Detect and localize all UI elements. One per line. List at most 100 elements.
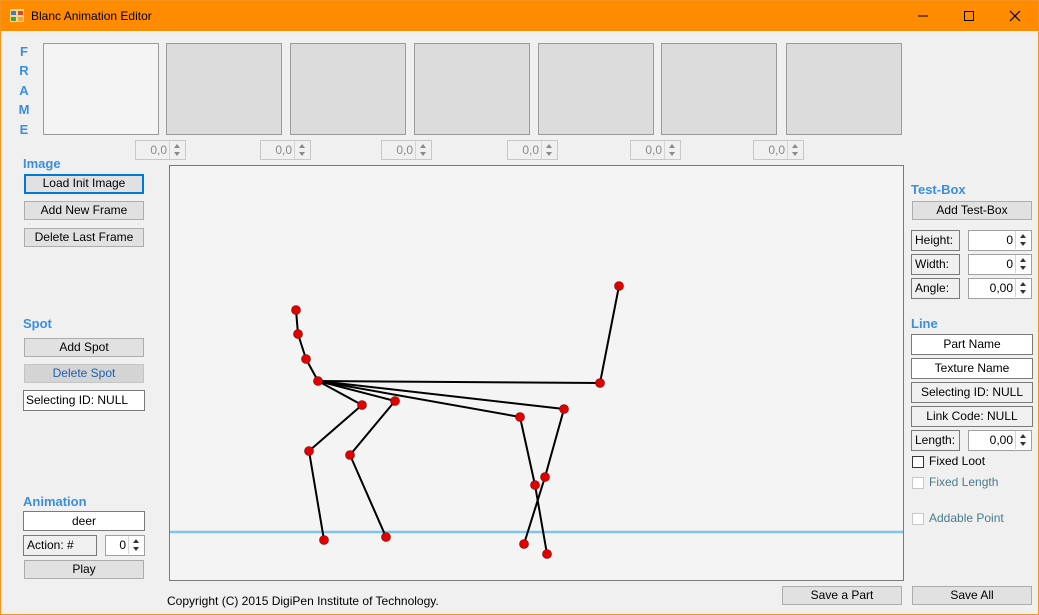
window-title: Blanc Animation Editor bbox=[31, 9, 152, 23]
spot-point[interactable] bbox=[519, 539, 529, 549]
spot-point[interactable] bbox=[515, 412, 525, 422]
frame-thumbnail[interactable] bbox=[166, 43, 282, 135]
image-section-heading: Image bbox=[23, 156, 61, 171]
frame-duration-spinner[interactable]: 0,0 bbox=[630, 140, 681, 160]
add-new-frame-button[interactable]: Add New Frame bbox=[24, 201, 144, 220]
length-label: Length: bbox=[911, 430, 960, 451]
spinner-arrows-icon[interactable] bbox=[1015, 431, 1031, 449]
copyright-text: Copyright (C) 2015 DigiPen Institute of … bbox=[167, 594, 439, 608]
length-spinner[interactable]: 0,00 bbox=[968, 430, 1032, 451]
minimize-icon bbox=[918, 15, 928, 17]
spot-point[interactable] bbox=[542, 549, 552, 559]
spot-point[interactable] bbox=[313, 376, 323, 386]
app-window: Blanc Animation Editor F R A M E 0,0 0,0… bbox=[0, 0, 1039, 615]
spot-selecting-id: Selecting ID: NULL bbox=[23, 390, 145, 411]
frame-thumbnail[interactable] bbox=[661, 43, 777, 135]
spot-point[interactable] bbox=[559, 404, 569, 414]
fixed-loot-checkbox[interactable] bbox=[912, 456, 924, 468]
fixed-length-checkbox[interactable] bbox=[912, 477, 924, 489]
animation-name-input[interactable]: deer bbox=[23, 511, 145, 531]
frame-duration-spinner[interactable]: 0,0 bbox=[260, 140, 311, 160]
frame-thumbnail[interactable] bbox=[290, 43, 406, 135]
frame-thumbnail[interactable] bbox=[786, 43, 902, 135]
fixed-loot-label[interactable]: Fixed Loot bbox=[929, 454, 985, 468]
skeleton-drawing[interactable] bbox=[170, 166, 903, 580]
spinner-arrows-icon[interactable] bbox=[169, 141, 185, 159]
spot-point[interactable] bbox=[345, 450, 355, 460]
frame-duration-spinner[interactable]: 0,0 bbox=[135, 140, 186, 160]
spot-point[interactable] bbox=[293, 329, 303, 339]
animation-section-heading: Animation bbox=[23, 494, 87, 509]
spot-point[interactable] bbox=[381, 532, 391, 542]
bone bbox=[544, 408, 565, 478]
frame-thumbnail[interactable] bbox=[414, 43, 530, 135]
angle-spinner[interactable]: 0,00 bbox=[968, 278, 1032, 299]
maximize-icon bbox=[964, 11, 974, 21]
bone bbox=[599, 285, 620, 384]
play-button[interactable]: Play bbox=[24, 560, 144, 579]
link-code: Link Code: NULL bbox=[911, 406, 1033, 427]
height-spinner[interactable]: 0 bbox=[968, 230, 1032, 251]
spinner-arrows-icon[interactable] bbox=[294, 141, 310, 159]
spinner-arrows-icon[interactable] bbox=[787, 141, 803, 159]
bone bbox=[317, 380, 601, 384]
delete-spot-button[interactable]: Delete Spot bbox=[24, 364, 144, 383]
spot-point[interactable] bbox=[530, 480, 540, 490]
add-testbox-button[interactable]: Add Test-Box bbox=[912, 201, 1032, 220]
action-number-spinner[interactable]: 0 bbox=[105, 535, 145, 556]
action-label: Action: # bbox=[23, 535, 97, 556]
frame-label-letter: R bbox=[19, 63, 29, 78]
width-spinner[interactable]: 0 bbox=[968, 254, 1032, 275]
frame-duration-spinner[interactable]: 0,0 bbox=[381, 140, 432, 160]
addable-point-checkbox[interactable] bbox=[912, 513, 924, 525]
spot-point[interactable] bbox=[291, 305, 301, 315]
save-all-button[interactable]: Save All bbox=[912, 586, 1032, 605]
addable-point-label[interactable]: Addable Point bbox=[929, 511, 1004, 525]
spot-point[interactable] bbox=[319, 535, 329, 545]
minimize-button[interactable] bbox=[900, 1, 946, 31]
spinner-arrows-icon[interactable] bbox=[541, 141, 557, 159]
spot-point[interactable] bbox=[614, 281, 624, 291]
bone bbox=[308, 450, 325, 541]
spot-point[interactable] bbox=[390, 396, 400, 406]
bone bbox=[317, 380, 565, 410]
fixed-length-label[interactable]: Fixed Length bbox=[929, 475, 998, 489]
bone bbox=[317, 380, 521, 418]
frame-duration-spinner[interactable]: 0,0 bbox=[753, 140, 804, 160]
part-name-input[interactable]: Part Name bbox=[911, 334, 1033, 355]
save-part-button[interactable]: Save a Part bbox=[782, 586, 902, 605]
add-spot-button[interactable]: Add Spot bbox=[24, 338, 144, 357]
title-bar[interactable]: Blanc Animation Editor bbox=[1, 1, 1038, 31]
close-button[interactable] bbox=[992, 1, 1038, 31]
spinner-arrows-icon[interactable] bbox=[128, 536, 144, 554]
bone bbox=[308, 404, 363, 452]
spot-point[interactable] bbox=[595, 378, 605, 388]
line-section-heading: Line bbox=[911, 316, 938, 331]
frame-label-letter: E bbox=[19, 122, 29, 137]
load-init-image-button[interactable]: Load Init Image bbox=[24, 174, 144, 194]
frame-label-letter: F bbox=[20, 44, 28, 59]
spot-point[interactable] bbox=[540, 472, 550, 482]
frame-duration-spinner[interactable]: 0,0 bbox=[507, 140, 558, 160]
bone bbox=[349, 454, 387, 538]
frame-label-letter: M bbox=[18, 102, 30, 117]
frame-thumbnail[interactable] bbox=[43, 43, 159, 135]
spot-point[interactable] bbox=[301, 354, 311, 364]
animation-canvas[interactable] bbox=[169, 165, 904, 581]
width-label: Width: bbox=[911, 254, 960, 275]
texture-name-input[interactable]: Texture Name bbox=[911, 358, 1033, 379]
height-label: Height: bbox=[911, 230, 960, 251]
spinner-arrows-icon[interactable] bbox=[1015, 231, 1031, 249]
spot-point[interactable] bbox=[304, 446, 314, 456]
spinner-arrows-icon[interactable] bbox=[415, 141, 431, 159]
maximize-button[interactable] bbox=[946, 1, 992, 31]
app-icon bbox=[10, 9, 24, 22]
spinner-arrows-icon[interactable] bbox=[1015, 255, 1031, 273]
frame-thumbnail[interactable] bbox=[538, 43, 654, 135]
spinner-arrows-icon[interactable] bbox=[664, 141, 680, 159]
spinner-arrows-icon[interactable] bbox=[1015, 279, 1031, 297]
delete-last-frame-button[interactable]: Delete Last Frame bbox=[24, 228, 144, 247]
testbox-section-heading: Test-Box bbox=[911, 182, 966, 197]
spot-point[interactable] bbox=[357, 400, 367, 410]
skeleton-spots bbox=[291, 281, 624, 559]
